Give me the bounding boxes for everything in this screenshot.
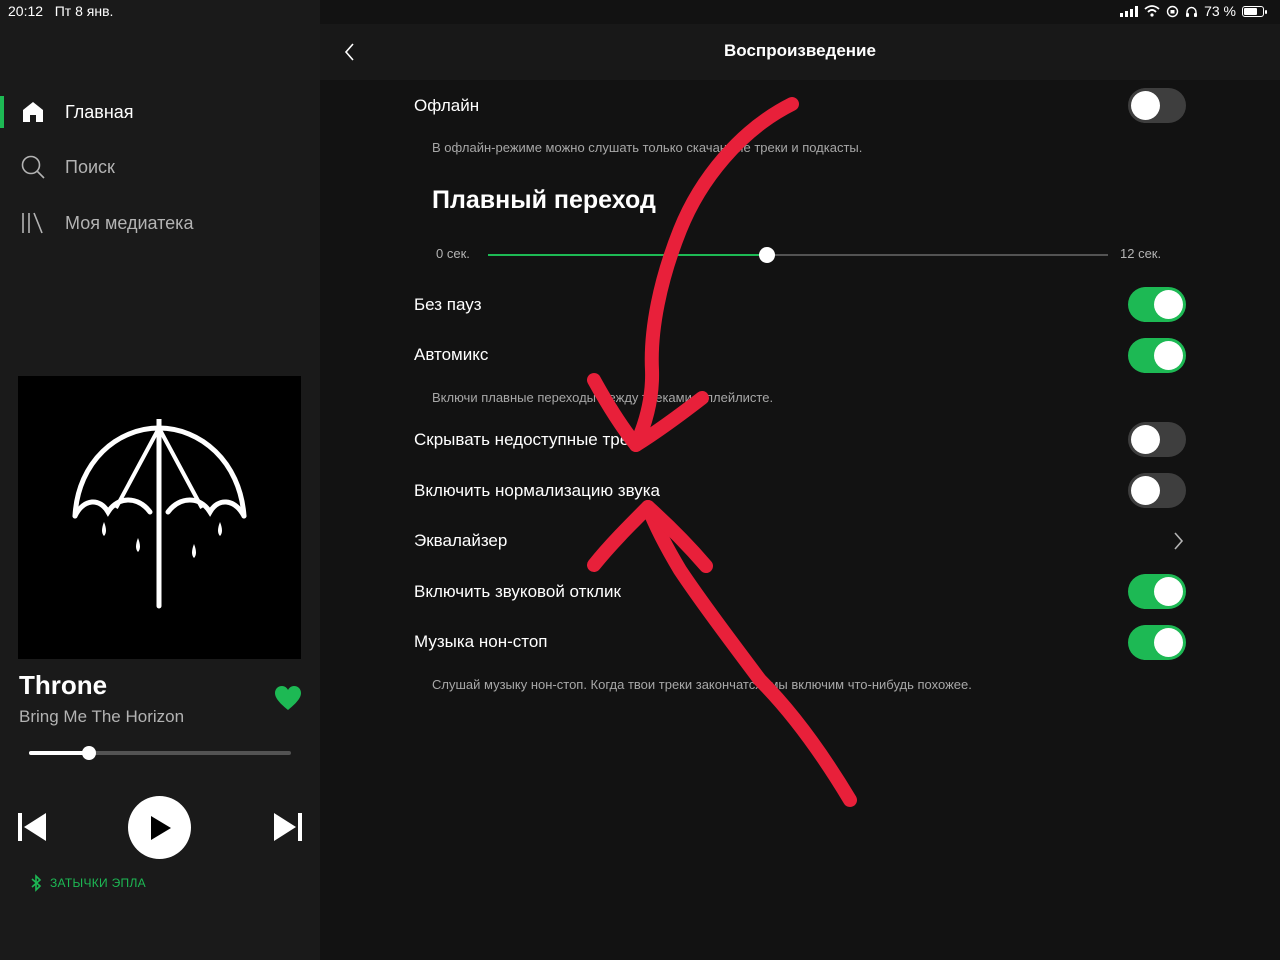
- heart-icon[interactable]: [274, 685, 302, 711]
- progress-fill: [29, 751, 90, 755]
- toggle-knob: [1154, 628, 1183, 657]
- crossfade-min-label: 0 сек.: [436, 246, 470, 261]
- album-cover[interactable]: [18, 376, 301, 659]
- skip-back-icon: [18, 813, 46, 841]
- status-left: 20:12 Пт 8 янв.: [8, 3, 113, 19]
- automix-description: Включи плавные переходы между треками в …: [432, 390, 774, 405]
- autoplay-label: Музыка нон-стоп: [414, 632, 548, 651]
- sidebar-item-label: Главная: [65, 101, 134, 122]
- toggle-knob: [1154, 290, 1183, 319]
- status-bar: 20:12 Пт 8 янв. 73 %: [0, 0, 1280, 24]
- toggle-knob: [1131, 476, 1160, 505]
- crossfade-max-label: 12 сек.: [1120, 246, 1162, 261]
- hide-unplayable-toggle[interactable]: [1128, 422, 1186, 457]
- wifi-icon: [1144, 5, 1160, 17]
- gapless-label: Без пауз: [414, 295, 482, 314]
- autoplay-toggle[interactable]: [1128, 625, 1186, 660]
- feedback-toggle[interactable]: [1128, 574, 1186, 609]
- slider-handle[interactable]: [759, 247, 775, 263]
- feedback-label: Включить звуковой отклик: [414, 582, 621, 601]
- bluetooth-icon: [31, 874, 42, 892]
- slider-fill: [488, 254, 767, 256]
- status-date: Пт 8 янв.: [54, 3, 114, 19]
- track-artist[interactable]: Bring Me The Horizon: [19, 707, 184, 727]
- next-button[interactable]: [270, 809, 306, 845]
- gapless-toggle[interactable]: [1128, 287, 1186, 322]
- crossfade-title: Плавный переход: [432, 186, 656, 214]
- sidebar-item-label: Моя медиатека: [65, 212, 194, 233]
- automix-label: Автомикс: [414, 345, 489, 364]
- normalize-label: Включить нормализацию звука: [414, 481, 661, 500]
- sidebar-item-library[interactable]: Моя медиатека: [0, 201, 320, 245]
- page-title: Воспроизведение: [724, 41, 876, 60]
- skip-forward-icon: [274, 813, 302, 841]
- toggle-knob: [1131, 425, 1160, 454]
- library-icon: [20, 210, 46, 236]
- battery-percent: 73 %: [1204, 3, 1236, 19]
- battery-icon: [1242, 5, 1267, 17]
- progress-handle[interactable]: [82, 746, 97, 760]
- settings-panel: Воспроизведение Офлайн В офлайн-режиме м…: [320, 0, 1280, 960]
- automix-toggle[interactable]: [1128, 338, 1186, 373]
- toggle-knob: [1131, 91, 1160, 120]
- hide-unplayable-label: Скрывать недоступные треки: [414, 430, 647, 449]
- crossfade-slider[interactable]: [488, 247, 1108, 263]
- chevron-right-icon[interactable]: [1170, 531, 1186, 551]
- sidebar: Главная Поиск Моя медиатека Throne Bring…: [0, 0, 320, 960]
- play-button[interactable]: [128, 796, 191, 859]
- sidebar-item-home[interactable]: Главная: [0, 90, 320, 134]
- headphones-icon: [1186, 6, 1198, 17]
- status-time: 20:12: [8, 3, 44, 19]
- toggle-knob: [1154, 577, 1183, 606]
- play-icon: [150, 815, 171, 840]
- playback-progress[interactable]: [29, 746, 291, 760]
- track-title[interactable]: Throne: [19, 670, 107, 701]
- offline-toggle[interactable]: [1128, 88, 1186, 123]
- umbrella-logo-icon: [72, 419, 247, 609]
- status-right: 73 %: [1120, 3, 1267, 19]
- settings-header: Воспроизведение: [320, 24, 1280, 80]
- autoplay-description: Слушай музыку нон-стоп. Когда твои треки…: [432, 677, 972, 692]
- previous-button[interactable]: [14, 809, 50, 845]
- connected-device[interactable]: ЗАТЫЧКИ ЭПЛА: [30, 874, 146, 892]
- home-icon: [20, 99, 46, 125]
- search-icon: [20, 154, 46, 180]
- equalizer-label[interactable]: Эквалайзер: [414, 531, 507, 551]
- signal-icon: [1120, 5, 1139, 17]
- orientation-lock-icon: [1166, 5, 1179, 17]
- sidebar-item-search[interactable]: Поиск: [0, 145, 320, 189]
- offline-label: Офлайн: [414, 96, 480, 115]
- offline-description: В офлайн-режиме можно слушать только ска…: [432, 140, 863, 155]
- normalize-toggle[interactable]: [1128, 473, 1186, 508]
- toggle-knob: [1154, 341, 1183, 370]
- battery-fill: [1244, 7, 1257, 15]
- sidebar-item-label: Поиск: [65, 156, 115, 177]
- device-name: ЗАТЫЧКИ ЭПЛА: [50, 876, 146, 890]
